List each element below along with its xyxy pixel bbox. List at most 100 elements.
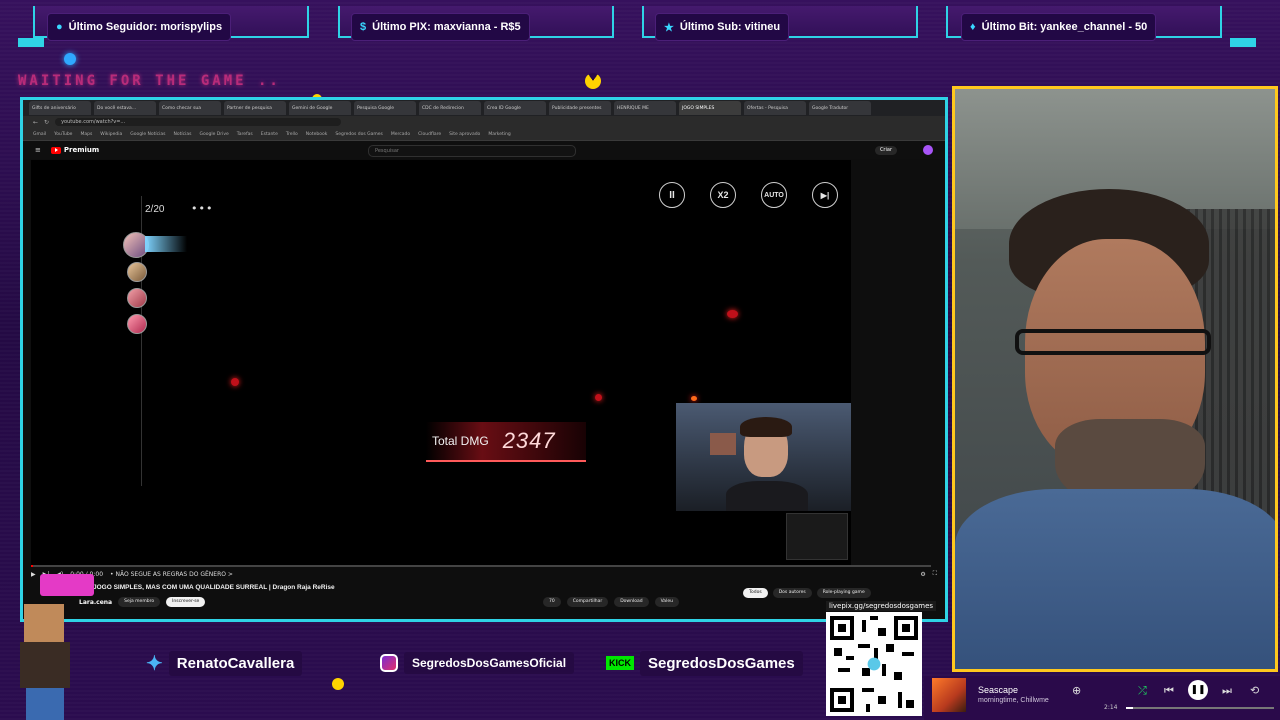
play-icon[interactable]: ▶ — [31, 571, 36, 578]
avatar-body — [20, 642, 70, 688]
repeat-icon[interactable]: ⟲ — [1250, 684, 1259, 697]
bookmarks-bar: Gmail YouTube Maps Wikipedia Google Notí… — [23, 128, 945, 141]
bookmark[interactable]: YouTube — [54, 132, 72, 137]
video-actions: 70 Compartilhar Download Valeu — [543, 597, 679, 607]
video-progress-fill — [31, 565, 33, 567]
corner-tab — [1230, 38, 1256, 47]
youtube-logo[interactable]: Premium — [50, 146, 100, 154]
browser-tab[interactable]: Ofertas - Pesquisa — [744, 101, 806, 115]
browser-tab[interactable]: HENRIQUE ME — [614, 101, 676, 115]
next-icon[interactable]: ⏭ — [1222, 684, 1232, 698]
alert-text: Último Sub: vitineu — [679, 21, 781, 33]
social-twitter: ✦ RenatoCavallera — [146, 648, 303, 678]
fullscreen-icon[interactable]: ⛶ — [933, 570, 937, 578]
browser-tab[interactable]: Pesquisa Google — [354, 101, 416, 115]
bookmark[interactable]: Gmail — [33, 132, 46, 137]
browser-tab[interactable]: Gemini de Google — [289, 101, 351, 115]
character-portrait — [127, 314, 147, 334]
shuffle-icon[interactable]: ⤮ — [1138, 684, 1147, 698]
browser-tab[interactable]: Do você estava... — [94, 101, 156, 115]
browser-tab-active[interactable]: JOGO SIMPLES — [679, 101, 741, 115]
previous-icon[interactable]: ⏮ — [1164, 684, 1174, 698]
bookmark[interactable]: Notebook — [306, 132, 328, 137]
like-button[interactable]: 70 — [543, 597, 561, 607]
total-damage-value: 2347 — [502, 428, 556, 453]
kick-icon: KICK — [606, 656, 634, 670]
bookmark[interactable]: Cloudflare — [418, 132, 441, 137]
browser-tab[interactable]: Publicidade presentes — [549, 101, 611, 115]
address-bar[interactable]: youtube.com/watch?v=... — [55, 118, 342, 126]
ember-particle — [595, 394, 602, 401]
track-artist: morningtime, Chillwme — [978, 697, 1049, 704]
speed-button[interactable]: X2 — [710, 182, 736, 208]
alert-last-bit: ♦ Último Bit: yankee_channel - 50 — [962, 14, 1156, 40]
join-button[interactable]: Seja membro — [118, 597, 161, 607]
total-damage-panel: Total DMG 2347 — [426, 422, 586, 462]
wall-poster — [710, 433, 736, 455]
share-button[interactable]: Compartilhar — [566, 597, 609, 607]
bookmark[interactable]: Segredos dos Games — [335, 132, 383, 137]
address-bar-row: ← ↻ youtube.com/watch?v=... — [23, 116, 945, 128]
back-icon[interactable]: ← — [33, 119, 38, 126]
bookmark[interactable]: Trello — [286, 132, 298, 137]
bookmark[interactable]: Maps — [80, 132, 92, 137]
ember-particle — [727, 310, 738, 318]
social-instagram: SegredosDosGamesOficial — [380, 648, 575, 678]
track-progress-bar[interactable] — [1126, 707, 1274, 709]
browser-tab[interactable]: Partner de pesquisa — [224, 101, 286, 115]
pause-button[interactable]: ❚❚ — [1188, 680, 1208, 700]
filter-chip[interactable]: Role-playing game — [816, 588, 871, 598]
add-icon[interactable]: ⊕ — [1072, 684, 1081, 697]
filter-chip[interactable]: Dos autores — [772, 588, 812, 598]
turn-counter: 2/20 — [145, 204, 165, 215]
settings-icon[interactable]: ⚙ — [920, 571, 925, 578]
bookmark[interactable]: Mercado — [391, 132, 410, 137]
browser-tab[interactable]: Como checar sua — [159, 101, 221, 115]
bookmark[interactable]: Google Drive — [199, 132, 228, 137]
bookmark[interactable]: Notícias — [174, 132, 192, 137]
more-icon[interactable]: ••• — [191, 202, 213, 215]
browser-tab[interactable]: CDC de Redirecion — [419, 101, 481, 115]
menu-icon[interactable]: ≡ — [35, 146, 41, 154]
subscribe-button[interactable]: Inscrever-se — [166, 597, 206, 607]
browser-tab[interactable]: Google Tradutor — [809, 101, 871, 115]
diamond-icon: ♦ — [970, 21, 976, 33]
bookmark[interactable]: Google Notícias — [130, 132, 165, 137]
bookmark[interactable]: Site aprovado — [449, 132, 480, 137]
pause-button[interactable]: II — [659, 182, 685, 208]
streamer-glasses — [1015, 329, 1211, 355]
create-button[interactable]: Criar — [874, 146, 897, 155]
bookmark[interactable]: Estante — [261, 132, 278, 137]
youtube-search-input[interactable]: Pesquisar — [368, 145, 576, 157]
screen-capture: Gifts de aniversário Do você estava... C… — [20, 97, 948, 622]
chapter-title[interactable]: • NÃO SEGUE AS REGRAS DO GÊNERO > — [110, 571, 233, 578]
filter-chip[interactable]: Todos — [743, 588, 768, 598]
download-button[interactable]: Download — [614, 597, 649, 607]
corner-tab — [18, 38, 44, 47]
total-damage-label: Total DMG — [432, 434, 489, 448]
avatar-head — [24, 604, 64, 642]
alert-last-follower: ● Último Seguidor: morispylips — [48, 14, 231, 40]
bookmark[interactable]: Marketing — [488, 132, 510, 137]
track-progress-fill — [1126, 707, 1134, 709]
auto-button[interactable]: AUTO — [761, 182, 787, 208]
browser-tab[interactable]: Crea ID Google — [484, 101, 546, 115]
youtube-logo-text: Premium — [63, 146, 100, 154]
youtube-play-icon — [50, 146, 61, 154]
social-kick: KICK SegredosDosGames — [606, 648, 803, 678]
avatar[interactable] — [923, 145, 933, 155]
reload-icon[interactable]: ↻ — [44, 119, 49, 126]
bookmark[interactable]: Tarefas — [237, 132, 253, 137]
video-title: JOGO SIMPLES, MAS COM UMA QUALIDADE SURR… — [93, 584, 335, 591]
bookmark[interactable]: Wikipedia — [100, 132, 122, 137]
video-progress-bar[interactable] — [31, 565, 931, 567]
twitter-handle: RenatoCavallera — [168, 650, 303, 676]
streamer-hair — [740, 417, 792, 437]
pixel-avatar — [6, 600, 86, 720]
thanks-button[interactable]: Valeu — [654, 597, 679, 607]
track-title: Seascape — [978, 685, 1019, 695]
skip-button[interactable]: ▶| — [812, 182, 838, 208]
avatar-legs — [26, 688, 64, 720]
game-video[interactable]: II X2 AUTO ▶| 2/20 ••• Total DMG 2347 — [31, 160, 851, 565]
browser-tab[interactable]: Gifts de aniversário — [29, 101, 91, 115]
